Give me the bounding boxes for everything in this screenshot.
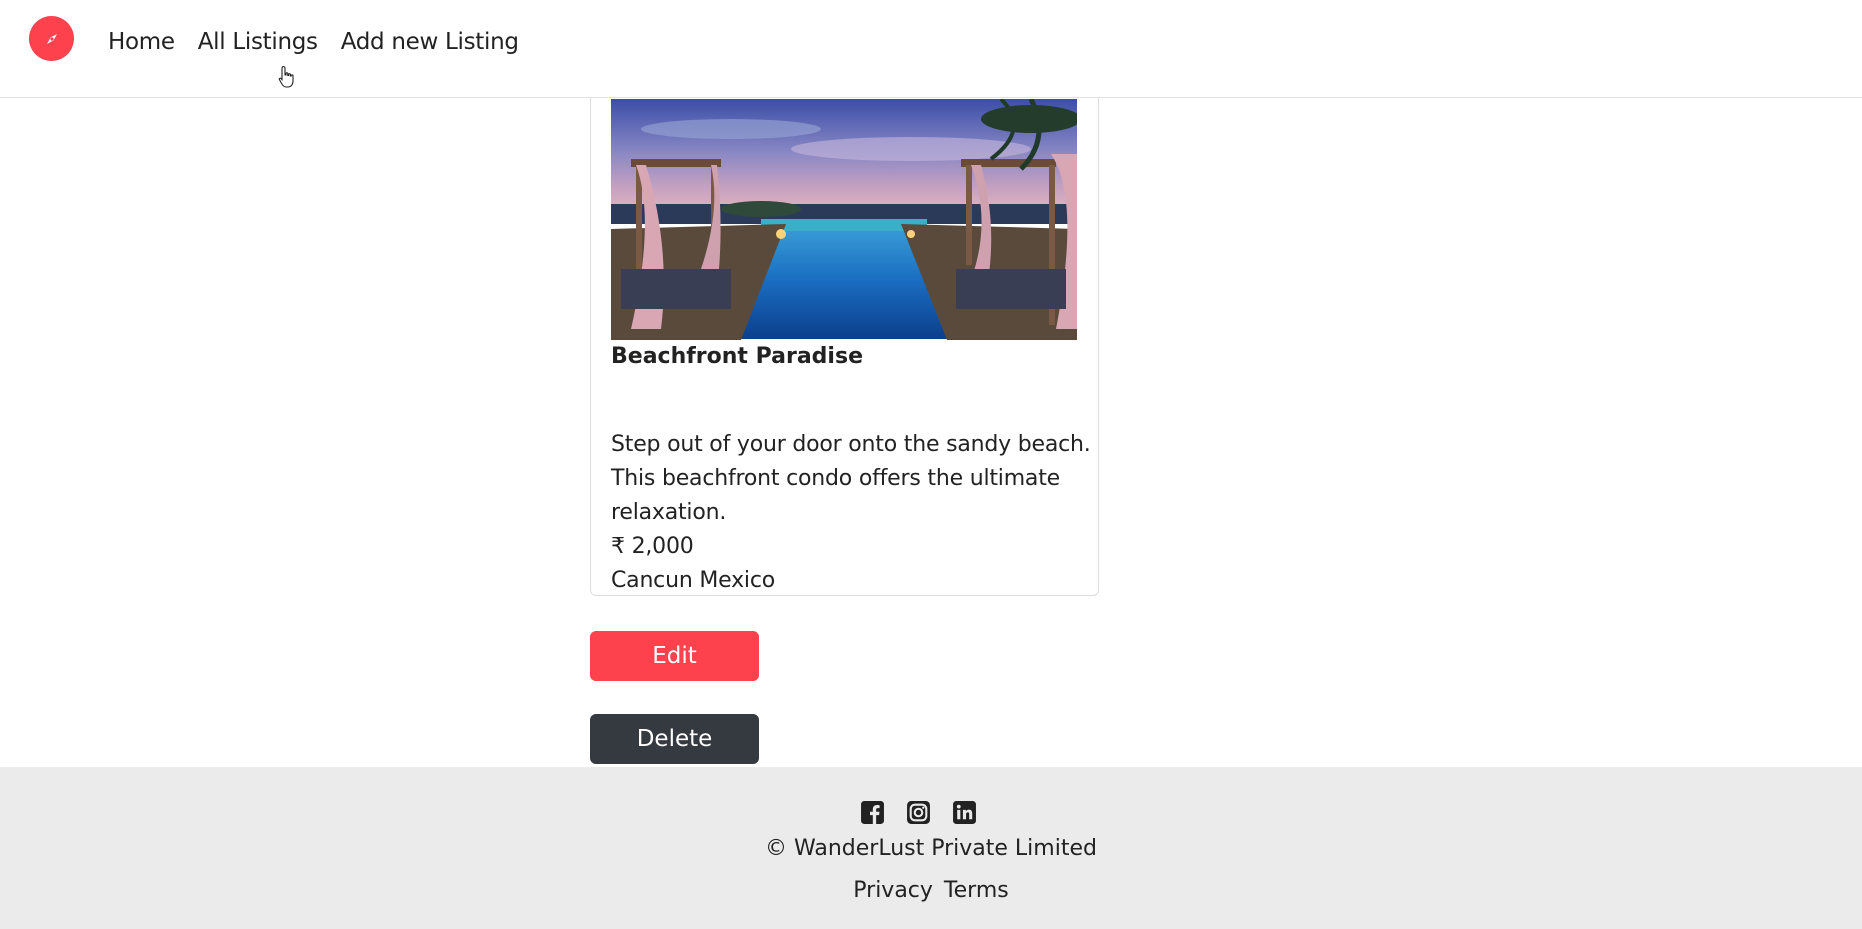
facebook-icon[interactable] <box>860 800 885 825</box>
listing-description-line: Step out of your door onto the sandy bea… <box>611 432 1091 457</box>
linkedin-icon[interactable] <box>952 800 977 825</box>
listing-description-line: This beachfront condo offers the ultimat… <box>611 466 1060 491</box>
edit-button[interactable]: Edit <box>590 631 759 681</box>
listing-description-line: relaxation. <box>611 500 727 525</box>
listing-details: Step out of your door onto the sandy bea… <box>611 428 1091 598</box>
nav-all-listings-link[interactable]: All Listings <box>198 26 318 58</box>
listing-location: Cancun Mexico <box>611 568 775 593</box>
nav-add-listing-link[interactable]: Add new Listing <box>341 26 519 58</box>
hand-cursor-icon <box>278 65 296 93</box>
copyright-text: © WanderLust Private Limited <box>765 836 1097 861</box>
navbar: Home All Listings Add new Listing <box>0 0 1862 98</box>
footer-links: Privacy Terms <box>0 878 1862 903</box>
listing-image <box>611 99 1077 340</box>
delete-button[interactable]: Delete <box>590 714 759 764</box>
listing-price: ₹ 2,000 <box>611 534 694 559</box>
terms-link[interactable]: Terms <box>944 878 1009 903</box>
nav-home-link[interactable]: Home <box>108 26 175 58</box>
privacy-link[interactable]: Privacy <box>853 878 933 903</box>
nav-links: Home All Listings Add new Listing <box>108 26 542 58</box>
listing-title: Beachfront Paradise <box>611 344 863 369</box>
instagram-icon[interactable] <box>906 800 931 825</box>
compass-icon[interactable] <box>29 16 74 61</box>
social-links <box>860 800 977 825</box>
